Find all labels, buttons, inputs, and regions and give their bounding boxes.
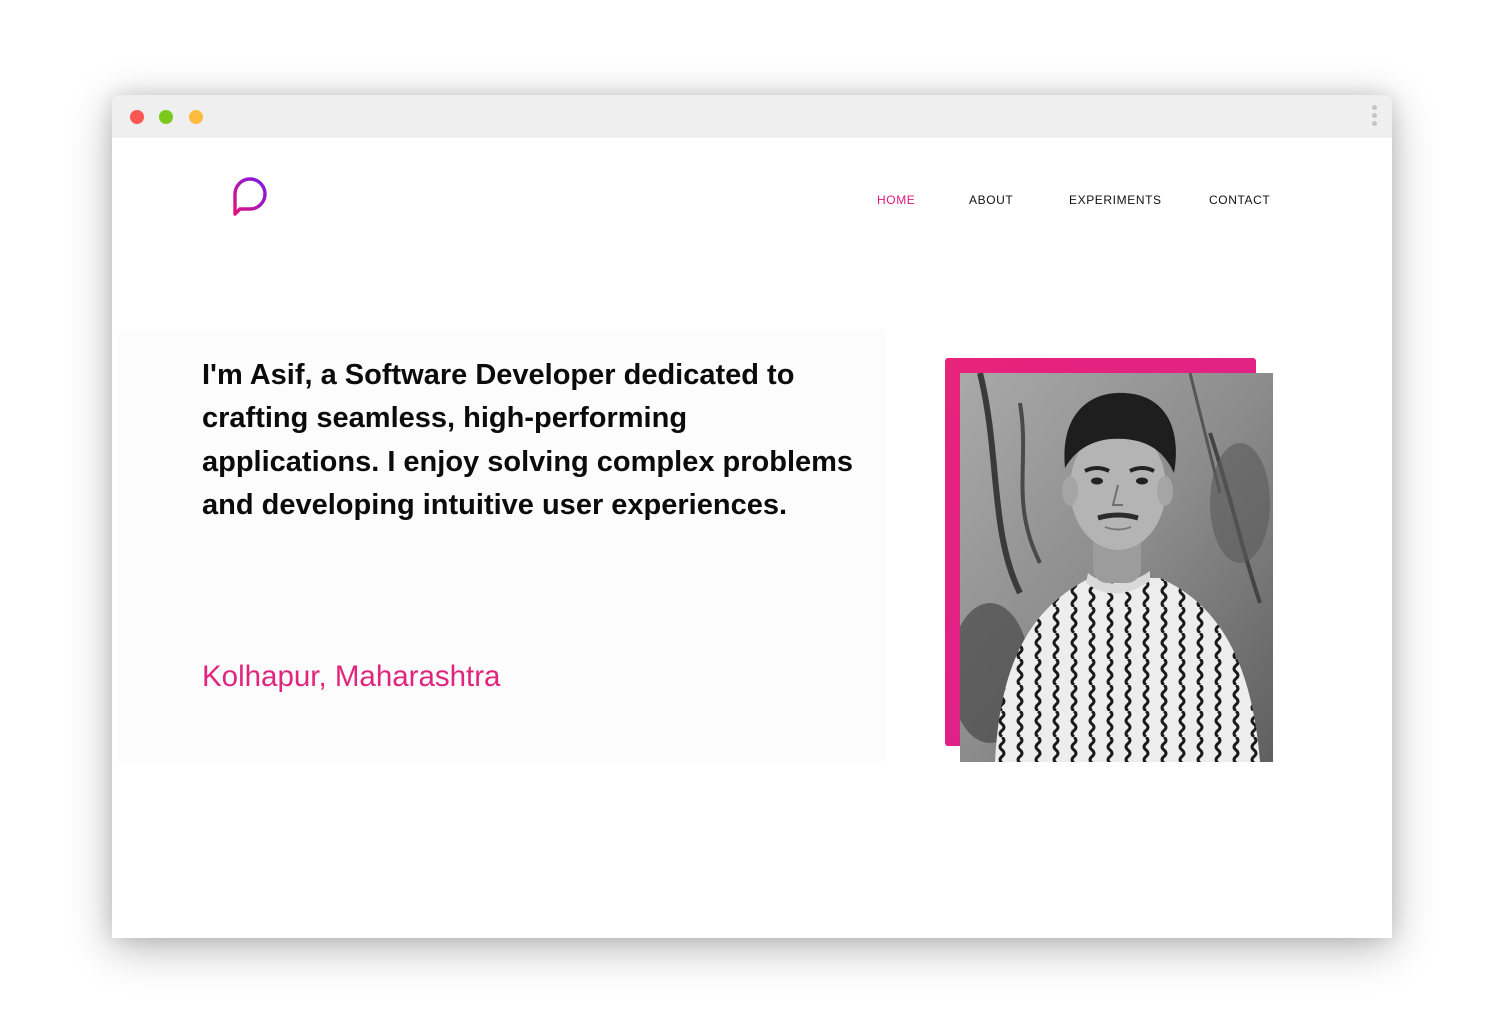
window-titlebar (112, 95, 1392, 138)
page-canvas: HOME ABOUT EXPERIMENTS CONTACT I'm Asif,… (0, 0, 1504, 1018)
browser-window: HOME ABOUT EXPERIMENTS CONTACT I'm Asif,… (112, 95, 1392, 938)
intro-text: I'm Asif, a Software Developer dedicated… (202, 359, 854, 521)
nav-item-home[interactable]: HOME (877, 193, 915, 207)
profile-photo (960, 373, 1273, 762)
minimize-dot[interactable] (159, 110, 173, 124)
close-dot[interactable] (130, 110, 144, 124)
maximize-dot[interactable] (189, 110, 203, 124)
page-content: HOME ABOUT EXPERIMENTS CONTACT I'm Asif,… (112, 138, 1392, 938)
kebab-icon[interactable] (1370, 105, 1378, 129)
location-text: Kolhapur, Maharashtra (202, 660, 501, 693)
nav-item-contact[interactable]: CONTACT (1209, 193, 1270, 207)
main-nav: HOME ABOUT EXPERIMENTS CONTACT (112, 193, 1392, 213)
nav-item-experiments[interactable]: EXPERIMENTS (1069, 193, 1162, 207)
nav-item-about[interactable]: ABOUT (969, 193, 1013, 207)
